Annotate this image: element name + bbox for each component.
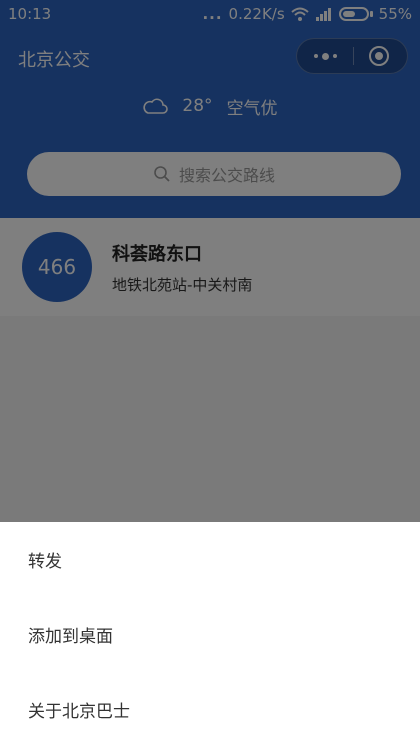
share-item[interactable]: 转发 [0, 522, 420, 597]
add-to-desktop-item[interactable]: 添加到桌面 [0, 597, 420, 672]
action-sheet: 转发 添加到桌面 关于北京巴士 [0, 522, 420, 747]
about-item[interactable]: 关于北京巴士 [0, 672, 420, 747]
